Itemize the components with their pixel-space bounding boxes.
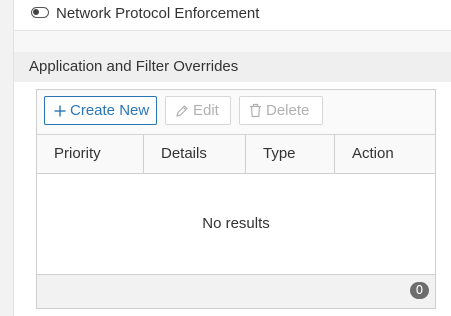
toggle-knob: [33, 9, 39, 15]
delete-label: Delete: [266, 102, 310, 119]
network-protocol-label: Network Protocol Enforcement: [56, 5, 260, 22]
table-footer: 0: [37, 274, 435, 308]
overrides-table: Create New Edit Delete Priority Details …: [36, 89, 436, 309]
table-toolbar: Create New Edit Delete: [37, 90, 435, 135]
column-header-type[interactable]: Type: [246, 135, 335, 173]
edit-label: Edit: [193, 102, 219, 119]
edit-button[interactable]: Edit: [165, 96, 231, 125]
delete-button[interactable]: Delete: [239, 96, 323, 125]
network-protocol-row: Network Protocol Enforcement: [14, 0, 451, 31]
create-new-button[interactable]: Create New: [44, 96, 157, 125]
left-gutter: [0, 0, 14, 316]
column-header-details[interactable]: Details: [144, 135, 246, 173]
column-header-priority[interactable]: Priority: [37, 135, 144, 173]
plus-icon: [54, 105, 66, 117]
section-body: Create New Edit Delete Priority Details …: [14, 82, 451, 316]
pencil-icon: [175, 104, 189, 118]
column-header-action[interactable]: Action: [335, 135, 435, 173]
table-header-row: Priority Details Type Action: [37, 135, 435, 174]
trash-icon: [249, 103, 262, 118]
section-header: Application and Filter Overrides: [14, 52, 451, 82]
toggle-off-icon[interactable]: [31, 7, 49, 18]
empty-message: No results: [202, 215, 270, 232]
create-new-label: Create New: [70, 102, 150, 119]
section-title: Application and Filter Overrides: [29, 58, 239, 75]
table-body: No results: [37, 174, 435, 274]
count-badge: 0: [410, 282, 429, 299]
